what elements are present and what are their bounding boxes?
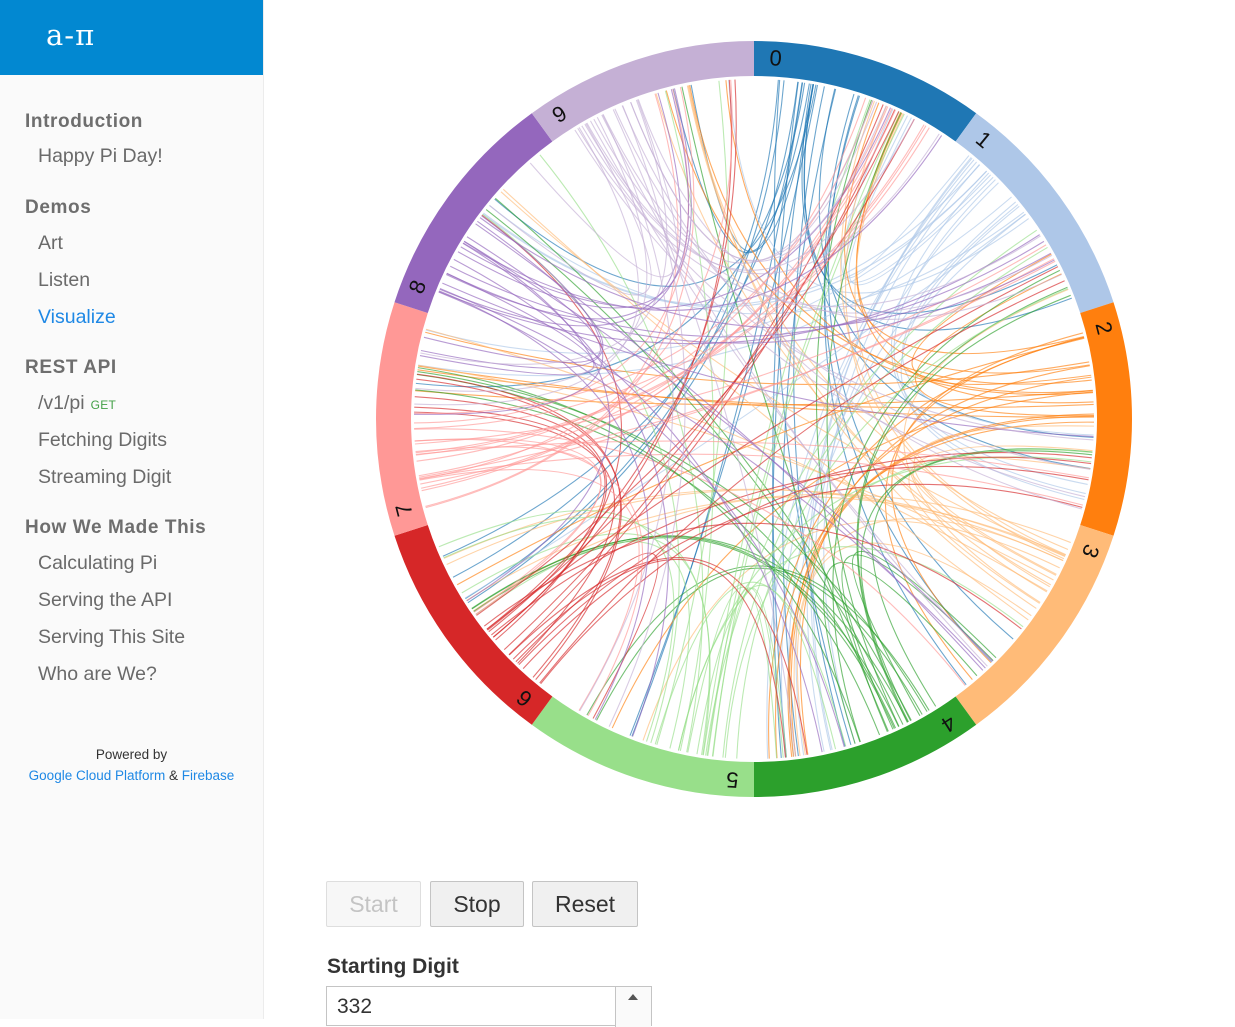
- starting-digit-value: 332: [337, 995, 373, 1018]
- group-label-5: 5: [725, 767, 739, 793]
- group-arc-2: [1080, 302, 1132, 536]
- group-label-0: 0: [769, 45, 783, 71]
- nav-item-streaming-digit[interactable]: Streaming Digit: [38, 466, 171, 489]
- group-arc-7: [376, 302, 428, 536]
- chord-group-arcs: [376, 41, 1132, 797]
- group-arc-4: [754, 696, 977, 797]
- logo[interactable]: a-π: [0, 0, 263, 75]
- starting-digit-spinner[interactable]: [615, 987, 651, 1027]
- nav-section-how-we-made-this: How We Made This: [25, 517, 207, 538]
- nav-section-demos: Demos: [25, 197, 92, 218]
- nav-item-serving-the-api[interactable]: Serving the API: [38, 589, 172, 612]
- google-cloud-platform-link[interactable]: Google Cloud Platform: [29, 768, 166, 783]
- stop-button[interactable]: Stop: [430, 881, 524, 927]
- nav-item-happy-pi-day[interactable]: Happy Pi Day!: [38, 145, 163, 168]
- logo-text[interactable]: a-π: [46, 18, 95, 52]
- starting-digit-input[interactable]: 332: [326, 986, 652, 1027]
- firebase-link[interactable]: Firebase: [182, 768, 235, 783]
- chord-ribbon: [589, 120, 993, 663]
- nav-item-v1-pi-label: /v1/pi: [38, 392, 85, 414]
- nav-item-fetching-digits[interactable]: Fetching Digits: [38, 429, 167, 452]
- nav-item-who-are-we[interactable]: Who are We?: [38, 663, 157, 686]
- nav-section-introduction: Introduction: [25, 111, 144, 132]
- powered-by: Powered by Google Cloud Platform & Fireb…: [0, 744, 263, 786]
- ampersand: &: [169, 768, 179, 783]
- group-arc-5: [531, 696, 754, 797]
- group-arc-9: [531, 41, 754, 142]
- start-button[interactable]: Start: [326, 881, 421, 927]
- reset-button[interactable]: Reset: [532, 881, 638, 927]
- nav-section-rest-api: REST API: [25, 357, 117, 378]
- sidebar: a-π Introduction Happy Pi Day! Demos Art…: [0, 0, 264, 1019]
- spinner-up-icon[interactable]: [628, 994, 638, 1000]
- powered-by-label: Powered by: [95, 747, 168, 762]
- nav-item-art[interactable]: Art: [38, 232, 63, 255]
- nav-item-listen[interactable]: Listen: [38, 269, 90, 292]
- nav-item-calculating-pi[interactable]: Calculating Pi: [38, 552, 157, 575]
- main-content: 0123456789 Start Stop Reset Starting Dig…: [264, 0, 1235, 1027]
- chord-ribbon: [418, 260, 1056, 478]
- starting-digit-label: Starting Digit: [327, 955, 459, 978]
- nav-item-v1-pi[interactable]: /v1/pi GET: [38, 392, 116, 415]
- nav-item-serving-this-site[interactable]: Serving This Site: [38, 626, 185, 649]
- chord-ribbon: [539, 280, 1065, 684]
- chord-ribbons: [414, 79, 1094, 759]
- nav-item-visualize[interactable]: Visualize: [38, 306, 116, 329]
- get-badge: GET: [90, 398, 117, 412]
- chord-diagram: 0123456789: [376, 41, 1132, 797]
- chord-ribbon: [485, 209, 904, 725]
